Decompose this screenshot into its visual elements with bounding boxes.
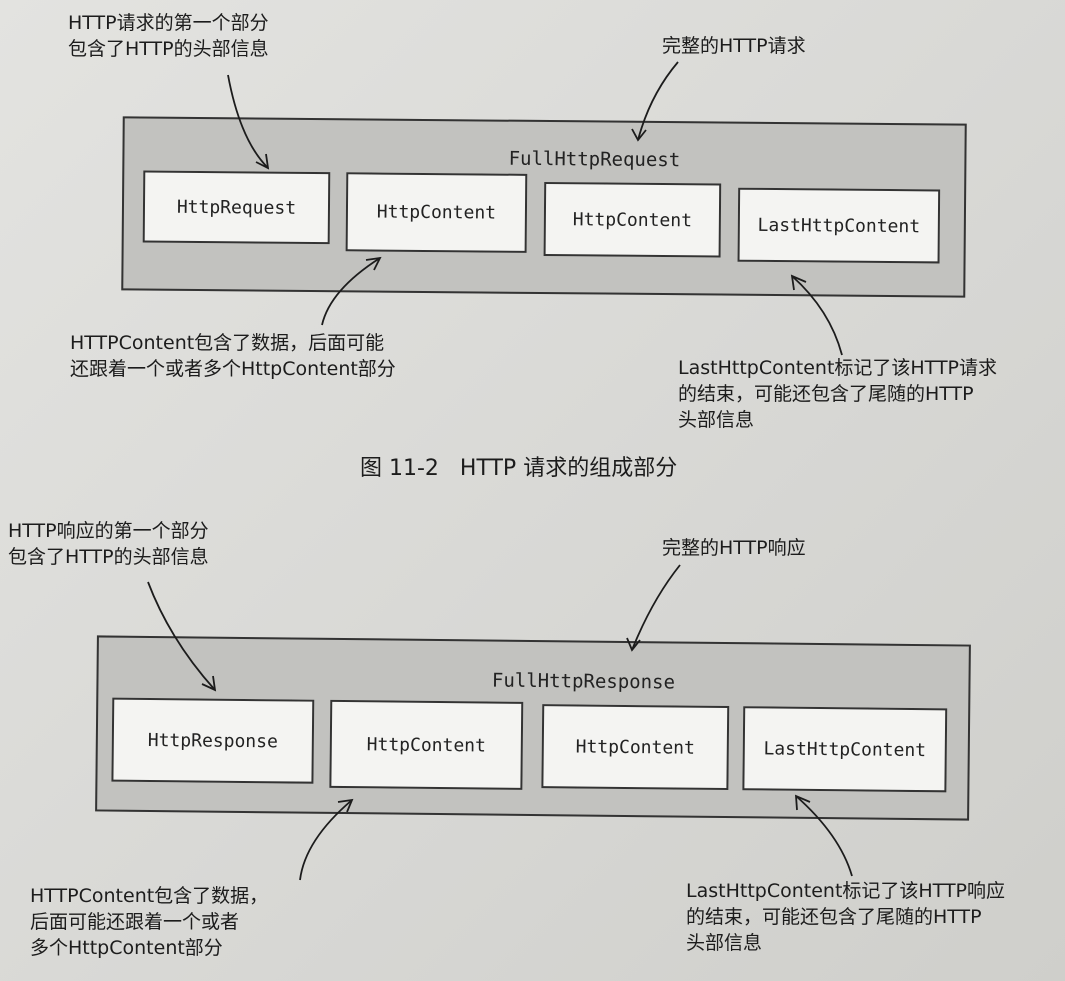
response-content-arrow bbox=[299, 799, 353, 881]
request-last-arrow bbox=[791, 275, 843, 356]
response-first-part-arrow bbox=[147, 581, 216, 691]
response-complete-arrow bbox=[631, 564, 681, 651]
request-first-part-arrow bbox=[227, 74, 269, 169]
request-content-arrow bbox=[321, 257, 381, 326]
callout-arrows bbox=[147, 61, 853, 881]
request-complete-arrow bbox=[637, 61, 679, 141]
book-page: HTTP请求的第一个部分 包含了HTTP的头部信息 完整的HTTP请求 Full… bbox=[0, 0, 1065, 981]
response-last-arrow bbox=[795, 795, 853, 877]
